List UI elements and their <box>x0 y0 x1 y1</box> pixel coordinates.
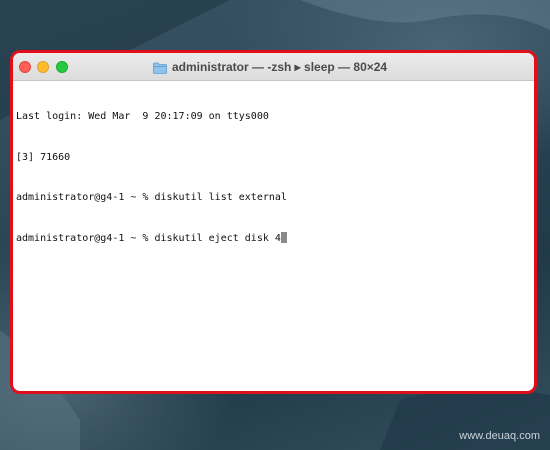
terminal-output[interactable]: Last login: Wed Mar 9 20:17:09 on ttys00… <box>16 83 531 388</box>
terminal-line: [3] 71660 <box>16 151 71 163</box>
terminal-window[interactable]: administrator — -zsh ▸ sleep — 80×24 Las… <box>10 50 537 394</box>
terminal-line-current[interactable]: administrator@g4-1 ~ % diskutil eject di… <box>16 231 531 246</box>
watermark: www.deuaq.com <box>459 430 540 442</box>
folder-icon <box>153 61 167 74</box>
terminal-line: Last login: Wed Mar 9 20:17:09 on ttys00… <box>16 111 269 122</box>
terminal-line: administrator@g4-1 ~ % diskutil list ext… <box>16 192 287 203</box>
terminal-command-text: administrator@g4-1 ~ % diskutil eject di… <box>16 232 281 244</box>
window-titlebar[interactable]: administrator — -zsh ▸ sleep — 80×24 <box>13 53 534 81</box>
zoom-window-button[interactable] <box>56 61 68 73</box>
text-cursor <box>280 231 287 243</box>
window-title: administrator — -zsh ▸ sleep — 80×24 <box>153 58 387 76</box>
close-window-button[interactable] <box>19 61 31 73</box>
minimize-window-button[interactable] <box>37 61 49 73</box>
window-title-text: administrator — -zsh ▸ sleep — 80×24 <box>172 60 388 74</box>
